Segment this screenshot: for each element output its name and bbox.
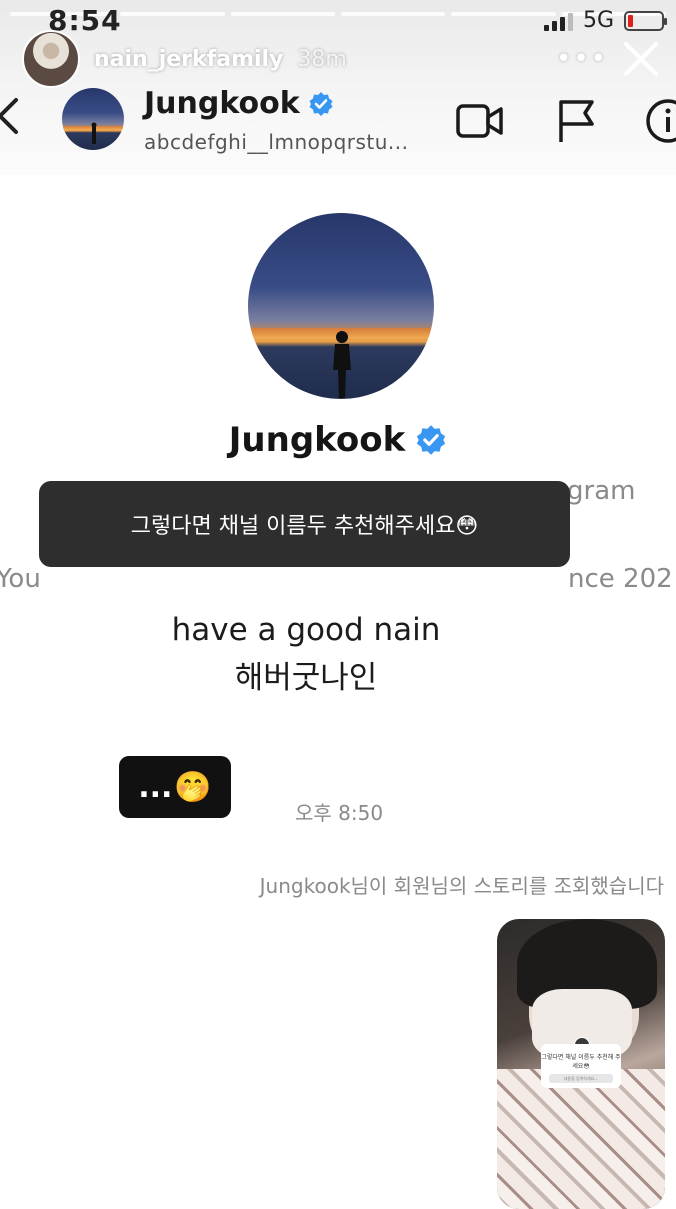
message-text-line2: 해버굿나인 — [234, 660, 378, 696]
story-caption: 그렇다면 채널 이름두 추천해주세요😳 — [39, 481, 570, 567]
verified-badge-icon — [417, 425, 446, 455]
network-label: 5G — [582, 8, 614, 33]
thumbnail-scarf — [497, 1069, 665, 1209]
story-age: 38m — [297, 46, 347, 72]
profile-avatar[interactable] — [248, 213, 434, 399]
story-user[interactable]: nain_jerkfamily 38m — [22, 30, 347, 88]
thumbnail-sticker-text: 그렇다면 채널 이름두 추천해 주세요😳 — [541, 1054, 621, 1070]
story-username[interactable]: nain_jerkfamily — [94, 47, 283, 72]
bubble-emoji: 🤭 — [174, 769, 212, 805]
flag-icon[interactable] — [552, 96, 602, 146]
story-reply-thumbnail[interactable]: 그렇다면 채널 이름두 추천해 주세요😳 내용을 입력하세요... — [497, 919, 665, 1209]
dm-title[interactable]: Jungkook — [144, 86, 334, 121]
profile-faded-text-right2: nce 202 — [568, 564, 673, 594]
message-bubble[interactable]: ... 🤭 — [119, 756, 231, 818]
story-seen-notice: Jungkook님이 회원님의 스토리를 조회했습니다 — [259, 874, 664, 898]
dm-subtitle: abcdefghi__lmnopqrstu... — [144, 130, 409, 154]
close-icon[interactable] — [620, 38, 662, 80]
back-chevron-icon[interactable] — [0, 96, 24, 136]
status-icons: 5G — [543, 8, 667, 33]
message-text-line1: have a good nain — [171, 612, 441, 648]
message-time: 오후 8:50 — [295, 801, 384, 825]
dm-name: Jungkook — [144, 86, 300, 121]
bubble-text: ... — [138, 769, 173, 805]
story-avatar[interactable] — [22, 30, 80, 88]
profile-name-row: Jungkook — [0, 420, 676, 460]
video-call-icon[interactable] — [455, 96, 505, 146]
profile-faded-text-right: gram — [567, 476, 636, 506]
profile-faded-text-left: You — [0, 564, 41, 594]
profile-name: Jungkook — [228, 420, 406, 460]
thumbnail-question-sticker: 그렇다면 채널 이름두 추천해 주세요😳 내용을 입력하세요... — [541, 1044, 621, 1088]
verified-badge-icon — [309, 91, 333, 116]
more-icon[interactable]: ••• — [556, 44, 608, 74]
dm-avatar[interactable] — [62, 88, 124, 150]
battery-icon — [624, 10, 667, 31]
thumbnail-sticker-field: 내용을 입력하세요... — [549, 1074, 613, 1083]
signal-icon — [543, 11, 573, 31]
info-icon[interactable] — [643, 96, 676, 146]
